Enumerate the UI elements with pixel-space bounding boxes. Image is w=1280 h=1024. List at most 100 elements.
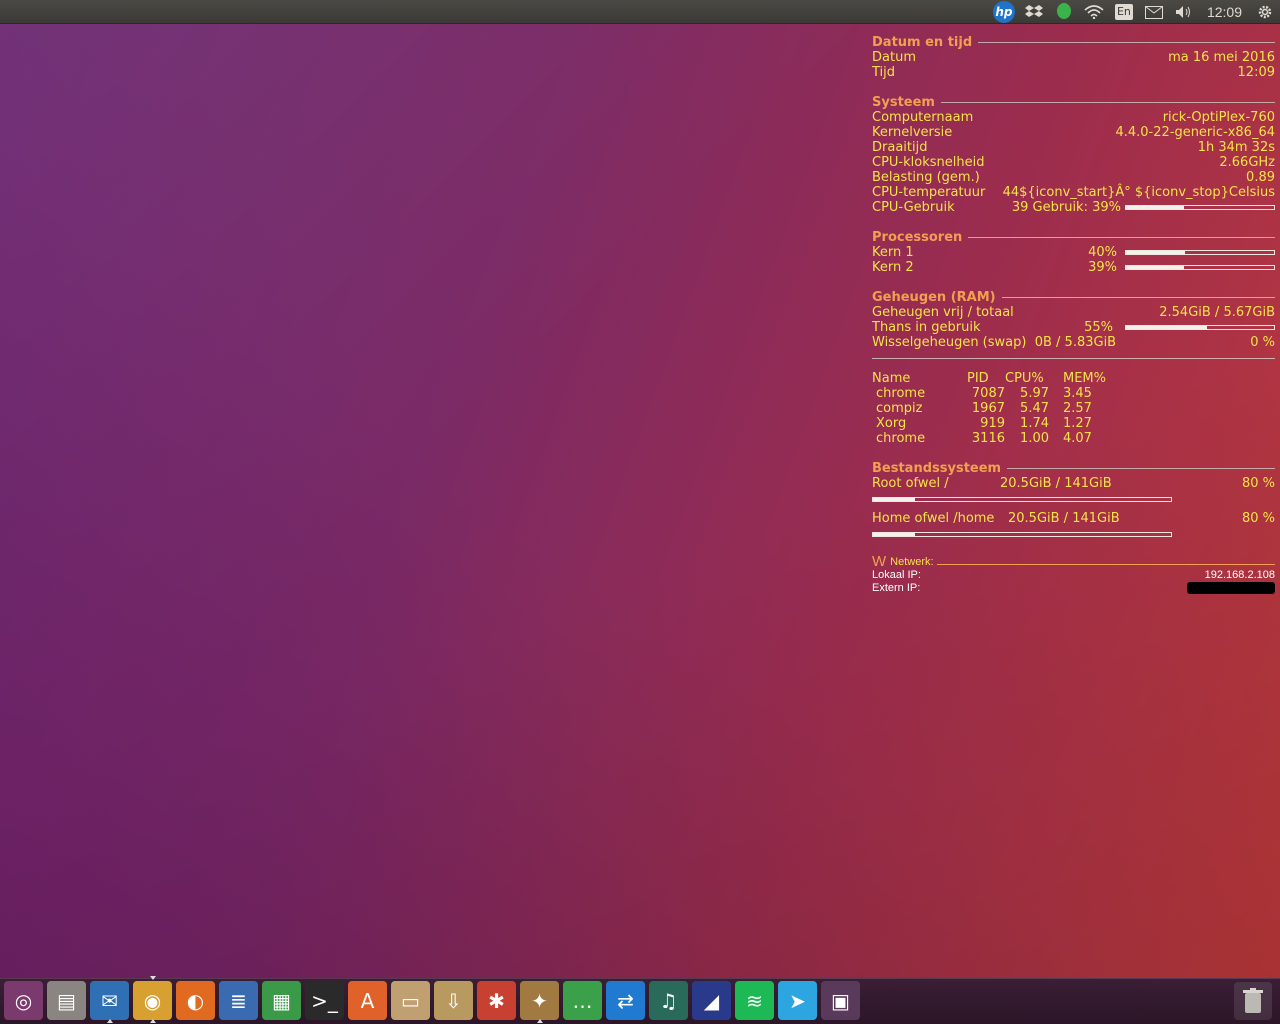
firefox-icon[interactable]: ◐ [176,981,215,1020]
power-gear-icon[interactable] [1250,0,1280,24]
software-center-icon-glyph: A [360,988,375,1013]
time-row: Tijd 12:09 [872,65,1275,80]
launcher-items: ◎ ▤ ✉ ◉ ◐ ≣ ▦ >_ A ▭ ⇩ ✱ ✦ … ⇄ ♫ ◢ ≋ ➤ ▣ [4,976,864,1023]
calc-icon[interactable]: ▦ [262,981,301,1020]
focused-indicator [150,976,156,980]
settings-tools-icon[interactable]: ✱ [477,981,516,1020]
writer-icon[interactable]: ≣ [219,981,258,1020]
external-ip-row: Extern IP: [872,582,1275,595]
load-row: Belasting (gem.) 0.89 [872,170,1275,185]
vpn-shield-icon[interactable]: ◢ [692,981,731,1020]
system-tools-icon[interactable]: ✦ [520,981,559,1023]
cpu-usage-row: CPU-Gebruik 39 Gebruik: 39% [872,200,1275,215]
thunderbird-icon-glyph: ✉ [101,988,118,1013]
volume-icon[interactable] [1169,0,1199,24]
section-header: Processoren [872,230,1275,245]
files-icon-glyph: ▤ [57,988,76,1013]
process-row: Xorg 919 1.74 1.27 [876,416,1092,431]
teamviewer-icon-glyph: ⇄ [617,988,634,1013]
clock[interactable]: 12:09 [1199,0,1250,24]
chrome-icon-glyph: ◉ [143,988,162,1013]
processors-section: Processoren Kern 1 40% Kern 2 39% [872,230,1275,275]
divider [872,358,1275,359]
wifi-icon[interactable] [1079,0,1109,24]
settings-tools-icon-glyph: ✱ [488,988,505,1013]
swap-row: Wisselgeheugen (swap) 0B / 5.83GiB 0 % [872,335,1275,350]
redacted-ip [1187,582,1275,594]
local-ip-row: Lokaal IP: 192.168.2.108 [872,569,1275,581]
top-panel: hp En 12:09 [0,0,1280,24]
music-icon-glyph: ♫ [659,988,678,1013]
section-header: Bestandssysteem [872,461,1275,476]
download-icon-glyph: ⇩ [445,988,462,1013]
system-section: Systeem Computernaam rick-OptiPlex-760 Ke… [872,95,1275,215]
memory-free-row: Geheugen vrij / totaal 2.54GiB / 5.67GiB [872,305,1275,320]
cpu-temp-row: CPU-temperatuur 44${iconv_start}Â° ${icon… [872,185,1275,200]
archive-icon-glyph: ▭ [401,988,420,1013]
dropbox-icon[interactable] [1019,0,1049,24]
download-icon[interactable]: ⇩ [434,981,473,1020]
process-header-row: Name PID CPU% MEM% [872,371,1106,386]
trash-icon[interactable] [1234,982,1272,1020]
ubuntu-launcher-icon[interactable]: ◎ [4,981,43,1020]
archive-icon[interactable]: ▭ [391,981,430,1020]
spotify-icon-glyph: ≋ [746,988,763,1013]
software-center-icon[interactable]: A [348,981,387,1020]
running-indicator [150,1019,156,1023]
teamviewer-icon[interactable]: ⇄ [606,981,645,1020]
date-row: Datum ma 16 mei 2016 [872,50,1275,65]
system-tools-icon-glyph: ✦ [531,988,548,1013]
process-row: chrome 7087 5.97 3.45 [876,386,1092,401]
home-fs-row: Home ofwel /home 20.5GiB / 141GiB 80 % [872,511,1275,526]
home-fs-bar [872,532,1172,537]
files-icon[interactable]: ▤ [47,981,86,1020]
firefox-icon-glyph: ◐ [186,988,205,1013]
memory-used-row: Thans in gebruik 55% [872,320,1275,335]
section-header: Systeem [872,95,1275,110]
evernote-icon[interactable] [1049,0,1079,24]
datetime-section: Datum en tijd Datum ma 16 mei 2016 Tijd 12… [872,35,1275,80]
calc-icon-glyph: ▦ [272,988,291,1013]
running-indicator [107,1019,113,1023]
ubuntu-launcher-icon-glyph: ◎ [14,988,33,1013]
core-2-row: Kern 2 39% [872,260,1275,275]
conky-widget: Datum en tijd Datum ma 16 mei 2016 Tijd 12… [872,35,1275,595]
music-icon[interactable]: ♫ [649,981,688,1020]
core-1-row: Kern 1 40% [872,245,1275,260]
workspace-switcher-icon-glyph: ▣ [831,988,850,1013]
network-header: W Netwerk: [872,554,1275,569]
chat-icon-glyph: … [572,988,593,1013]
kernel-row: Kernelversie 4.4.0-22-generic-x86_64 [872,125,1275,140]
cpu-freq-row: CPU-kloksnelheid 2.66GHz [872,155,1275,170]
workspace-switcher-icon[interactable]: ▣ [821,981,860,1020]
telegram-icon[interactable]: ➤ [778,981,817,1020]
process-row: chrome 3116 1.00 4.07 [876,431,1092,446]
section-header: Datum en tijd [872,35,1275,50]
hostname-row: Computernaam rick-OptiPlex-760 [872,110,1275,125]
filesystem-section: Bestandssysteem Root ofwel /20.5GiB / 14… [872,461,1275,537]
root-fs-row: Root ofwel /20.5GiB / 141GiB 80 % [872,476,1275,491]
uptime-row: Draaitijd 1h 34m 32s [872,140,1275,155]
mail-icon[interactable] [1139,0,1169,24]
top-processes-section: Name PID CPU% MEM% chrome 7087 5.97 3.45… [872,371,1275,446]
core-2-bar [1125,265,1275,270]
network-section: W Netwerk: Lokaal IP: 192.168.2.108 Extern… [872,554,1275,595]
vpn-shield-icon-glyph: ◢ [703,988,720,1013]
spotify-icon[interactable]: ≋ [735,981,774,1020]
chrome-icon[interactable]: ◉ [133,976,172,1023]
thunderbird-icon[interactable]: ✉ [90,981,129,1023]
chat-icon[interactable]: … [563,981,602,1020]
cpu-usage-bar [1125,205,1275,210]
hp-icon[interactable]: hp [989,0,1019,24]
terminal-icon[interactable]: >_ [305,981,344,1020]
launcher-dock: ◎ ▤ ✉ ◉ ◐ ≣ ▦ >_ A ▭ ⇩ ✱ ✦ … ⇄ ♫ ◢ ≋ ➤ ▣ [0,976,1280,1024]
core-1-bar [1125,250,1275,255]
writer-icon-glyph: ≣ [230,988,247,1013]
indicator-area: hp En 12:09 [989,0,1280,24]
keyboard-layout-indicator[interactable]: En [1109,0,1139,24]
memory-section: Geheugen (RAM) Geheugen vrij / totaal 2.5… [872,290,1275,350]
process-row: compiz 1967 5.47 2.57 [876,401,1092,416]
keyboard-layout-label: En [1114,4,1133,20]
terminal-icon-glyph: >_ [311,988,338,1013]
root-fs-bar [872,497,1172,502]
